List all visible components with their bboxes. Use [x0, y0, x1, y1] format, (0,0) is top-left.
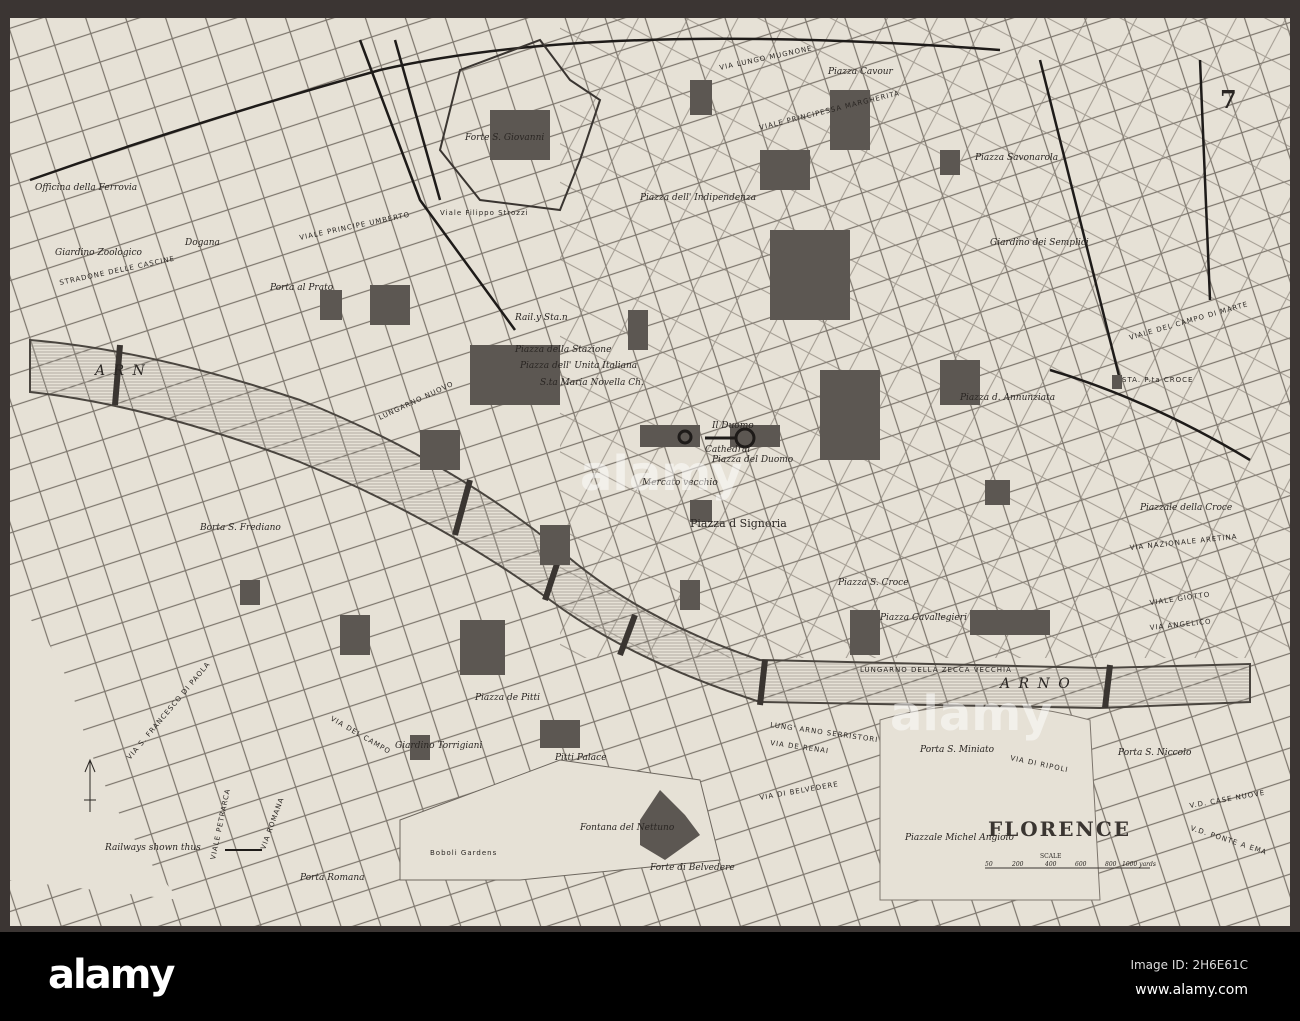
scale-tick: 50	[985, 861, 993, 868]
label-fontana-nettuno: Fontana del Nettuno	[579, 823, 675, 833]
scale-label: SCALE	[1040, 853, 1061, 860]
watermark: alamy	[890, 686, 1053, 742]
label-giardino-torrigiani: Giardino Torrigiani	[395, 741, 482, 751]
label-porta-san-miniato: Porta S. Miniato	[919, 745, 995, 755]
label-piazza-unita: Piazza dell' Unita Italiana	[519, 361, 637, 371]
label-piazza-savonarola: Piazza Savonarola	[974, 153, 1058, 163]
label-officina-ferrovia: Officina della Ferrovia	[35, 183, 137, 193]
label-piazza-cavallegieri: Piazza Cavallegieri	[879, 613, 967, 623]
alamy-logo: alamy	[48, 952, 175, 998]
label-giardino-zoologico: Giardino Zoologico	[55, 248, 143, 258]
street-grid-east	[560, 18, 1290, 658]
label-porta-san-frediano: Borta S. Frediano	[199, 523, 281, 533]
label-porta-al-prato: Porta al Prato	[269, 283, 334, 293]
map-paper: A R N A R N O Piazza d Signoria Mercato …	[10, 18, 1290, 926]
image-id: Image ID: 2H6E61C	[1130, 958, 1248, 972]
label-piazza-stazione: Piazza della Stazione	[514, 345, 611, 355]
label-rail-station: Rail.y Sta.n	[514, 313, 568, 323]
label-il-duomo: Il Duomo	[711, 421, 754, 431]
map-title: FLORENCE	[988, 817, 1131, 841]
watermark: alamy	[580, 446, 743, 502]
label-piazza-pitti: Piazza de Pitti	[474, 693, 540, 703]
label-sta-porta-croce: STA. P.ta CROCE	[1122, 376, 1193, 384]
label-santa-maria-novella: S.ta Maria Novella Ch.	[540, 378, 644, 388]
site-url: www.alamy.com	[1135, 982, 1248, 998]
scale-tick: 200	[1011, 861, 1024, 868]
river-label-west: A R N	[93, 363, 147, 379]
label-piazza-cavour: Piazza Cavour	[827, 67, 894, 77]
label-piazzale-croce: Piazzale della Croce	[1139, 503, 1232, 513]
footer-bar: alamy Image ID: 2H6E61C www.alamy.com	[0, 932, 1300, 1021]
label-viale-filippo-strozzi: Viale Filippo Strozzi	[440, 209, 529, 217]
scale-tick: 800	[1105, 861, 1117, 868]
label-forte-belvedere: Forte di Belvedere	[649, 863, 735, 873]
label-forte-san-giovanni: Forte S. Giovanni	[464, 133, 544, 143]
map-frame: A R N A R N O Piazza d Signoria Mercato …	[0, 0, 1300, 932]
label-piazza-signoria: Piazza d Signoria	[690, 517, 787, 530]
scale-tick: 1000 yards	[1122, 861, 1156, 868]
label-giardino-semplici: Giardino dei Semplici	[990, 238, 1089, 248]
scale-tick: 600	[1075, 861, 1087, 868]
label-piazza-santa-croce: Piazza S. Croce	[837, 578, 909, 588]
railway-legend-label: Railways shown thus	[104, 843, 201, 853]
label-pitti-palace: Pitti Palace	[554, 753, 607, 763]
label-boboli-gardens: Boboli Gardens	[430, 849, 497, 857]
label-dogana: Dogana	[184, 238, 220, 248]
label-porta-romana: Porta Romana	[299, 873, 365, 883]
label-porta-san-niccolo: Porta S. Niccolo	[1117, 748, 1192, 758]
florence-map: A R N A R N O Piazza d Signoria Mercato …	[10, 18, 1290, 926]
street-lungarno-zecca-vecchia: LUNGARNO DELLA ZECCA VECCHIA	[860, 666, 1012, 674]
plate-number: 7	[1220, 85, 1237, 114]
scale-tick: 400	[1044, 861, 1057, 868]
label-piazza-indipendenza: Piazza dell' Indipendenza	[639, 193, 756, 203]
label-piazza-annunziata: Piazza d. Annunziata	[959, 393, 1055, 403]
